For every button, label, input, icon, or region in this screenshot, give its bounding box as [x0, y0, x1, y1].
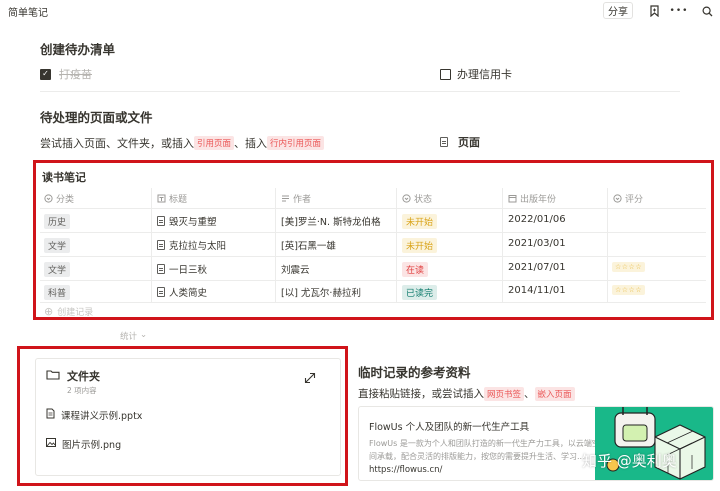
- file-item[interactable]: 课程讲义示例.pptx: [46, 408, 142, 422]
- status-badge: 已读完: [402, 285, 438, 300]
- expand-icon[interactable]: [304, 372, 316, 387]
- search-icon[interactable]: [699, 3, 715, 19]
- document-title: 简单笔记: [8, 8, 48, 19]
- book-title: 克拉拉与太阳: [157, 238, 226, 252]
- folder-name: 文件夹: [67, 370, 100, 383]
- web-bookmark-tag[interactable]: 网页书签: [484, 386, 525, 401]
- column-header-year[interactable]: 出版年份: [508, 192, 556, 205]
- column-header-author[interactable]: 作者: [281, 192, 311, 205]
- category-tag: 历史: [44, 214, 71, 229]
- page-icon: [157, 264, 165, 274]
- todo-item-checked[interactable]: ✓ 打疫苗: [40, 66, 92, 82]
- document-icon: [46, 408, 55, 422]
- status-badge: 在读: [402, 262, 429, 277]
- image-icon: [46, 438, 56, 450]
- page-icon: [157, 216, 165, 226]
- share-button[interactable]: 分享: [603, 2, 633, 19]
- more-icon[interactable]: •••: [670, 3, 688, 19]
- create-record-button[interactable]: ⊕ 创建记录: [44, 305, 93, 318]
- book-year: 2014/11/01: [508, 285, 566, 296]
- folder-card[interactable]: 文件夹 2 项内容 课程讲义示例.pptx 图片示例.png: [35, 358, 341, 476]
- row-divider: [40, 302, 706, 303]
- pending-hint: 尝试插入页面、文件夹，或插入 引用页面 、插入 行内引用页面: [40, 135, 325, 151]
- book-author: [英]石黑一雄: [281, 241, 336, 252]
- todo-item-text: 办理信用卡: [457, 68, 512, 81]
- status-badge: 未开始: [402, 214, 438, 229]
- temp-heading: 临时记录的参考资料: [358, 365, 471, 380]
- text-icon: [282, 195, 289, 202]
- book-title: 人类简史: [157, 285, 207, 299]
- page-link[interactable]: 页面: [440, 134, 480, 150]
- column-header-rating[interactable]: 评分: [613, 192, 643, 205]
- todo-item-text: 打疫苗: [59, 68, 92, 81]
- file-name: 图片示例.png: [62, 440, 122, 451]
- checkbox-checked-icon[interactable]: ✓: [40, 68, 51, 80]
- bookmark-description-line: 间承载，配合灵活的排版能力，按您的需要提升生活、学习...: [369, 452, 585, 461]
- book-author: 刘震云: [281, 265, 310, 276]
- pending-heading: 待处理的页面或文件: [40, 110, 153, 125]
- column-header-title[interactable]: 标题: [157, 192, 187, 205]
- rating-stars: ☆☆☆☆: [612, 262, 646, 272]
- page-icon: [157, 287, 165, 297]
- file-item[interactable]: 图片示例.png: [46, 437, 121, 451]
- divider: [40, 91, 680, 92]
- stats-dropdown[interactable]: 统计 ⌄: [120, 330, 147, 342]
- chevron-down-icon: ⌄: [140, 330, 148, 340]
- page-link-label: 页面: [458, 136, 480, 149]
- checkbox-unchecked-icon[interactable]: [440, 68, 451, 80]
- status-badge: 未开始: [402, 238, 438, 253]
- book-author: [美]罗兰·N. 斯特龙伯格: [281, 217, 381, 228]
- watermark: 知乎 @奥利奥: [582, 452, 677, 470]
- category-tag: 科普: [44, 285, 71, 300]
- book-year: 2021/07/01: [508, 262, 566, 273]
- book-year: 2021/03/01: [508, 238, 566, 249]
- status-icon: [402, 194, 411, 203]
- calendar-icon: [508, 195, 517, 203]
- embed-page-tag[interactable]: 嵌入页面: [534, 386, 575, 401]
- book-author: [以] 尤瓦尔·赫拉利: [281, 288, 361, 299]
- temp-hint: 直接粘贴链接，或尝试插入 网页书签 、 嵌入页面: [358, 386, 575, 401]
- bookmark-url: https://flowus.cn/: [369, 465, 443, 475]
- table-row[interactable]: 历史 毁灭与重塑 [美]罗兰·N. 斯特龙伯格 未开始 2022/01/06: [40, 209, 706, 232]
- rating-stars: ☆☆☆☆: [612, 285, 646, 295]
- page-icon: [440, 137, 448, 147]
- reading-notes-title: 读书笔记: [42, 171, 86, 184]
- table-row[interactable]: 文学 一日三秋 刘震云 在读 2021/07/01 ☆☆☆☆: [40, 257, 706, 280]
- todo-item-unchecked[interactable]: 办理信用卡: [440, 66, 512, 82]
- folder-count: 2 项内容: [67, 386, 97, 395]
- category-tag: 文学: [44, 262, 71, 277]
- title-icon: [157, 194, 166, 203]
- top-bar: 简单笔记 分享 •••: [0, 0, 720, 22]
- inline-reference-page-tag[interactable]: 行内引用页面: [267, 136, 325, 150]
- table-row[interactable]: 文学 克拉拉与太阳 [英]石黑一雄 未开始 2021/03/01: [40, 233, 706, 256]
- book-title: 一日三秋: [157, 262, 207, 276]
- category-tag: 文学: [44, 238, 71, 253]
- book-year: 2022/01/06: [508, 214, 566, 225]
- rating-icon: [613, 194, 622, 203]
- plus-icon: ⊕: [44, 305, 54, 318]
- bookmark-title: FlowUs 个人及团队的新一代生产工具: [369, 422, 530, 433]
- column-header-category[interactable]: 分类: [44, 192, 74, 205]
- column-header-status[interactable]: 状态: [402, 192, 432, 205]
- todo-heading: 创建待办清单: [40, 42, 116, 57]
- page-icon: [157, 240, 165, 250]
- bookmark-icon[interactable]: [646, 3, 662, 19]
- select-icon: [44, 194, 53, 203]
- table-row[interactable]: 科普 人类简史 [以] 尤瓦尔·赫拉利 已读完 2014/11/01 ☆☆☆☆: [40, 281, 706, 302]
- folder-icon: [46, 369, 60, 383]
- file-name: 课程讲义示例.pptx: [61, 411, 143, 422]
- book-title: 毁灭与重塑: [157, 214, 217, 228]
- bookmark-description-line: FlowUs 是一款为个人和团队打造的新一代生产力工具，以云端空: [369, 439, 600, 448]
- reference-page-tag[interactable]: 引用页面: [194, 136, 235, 150]
